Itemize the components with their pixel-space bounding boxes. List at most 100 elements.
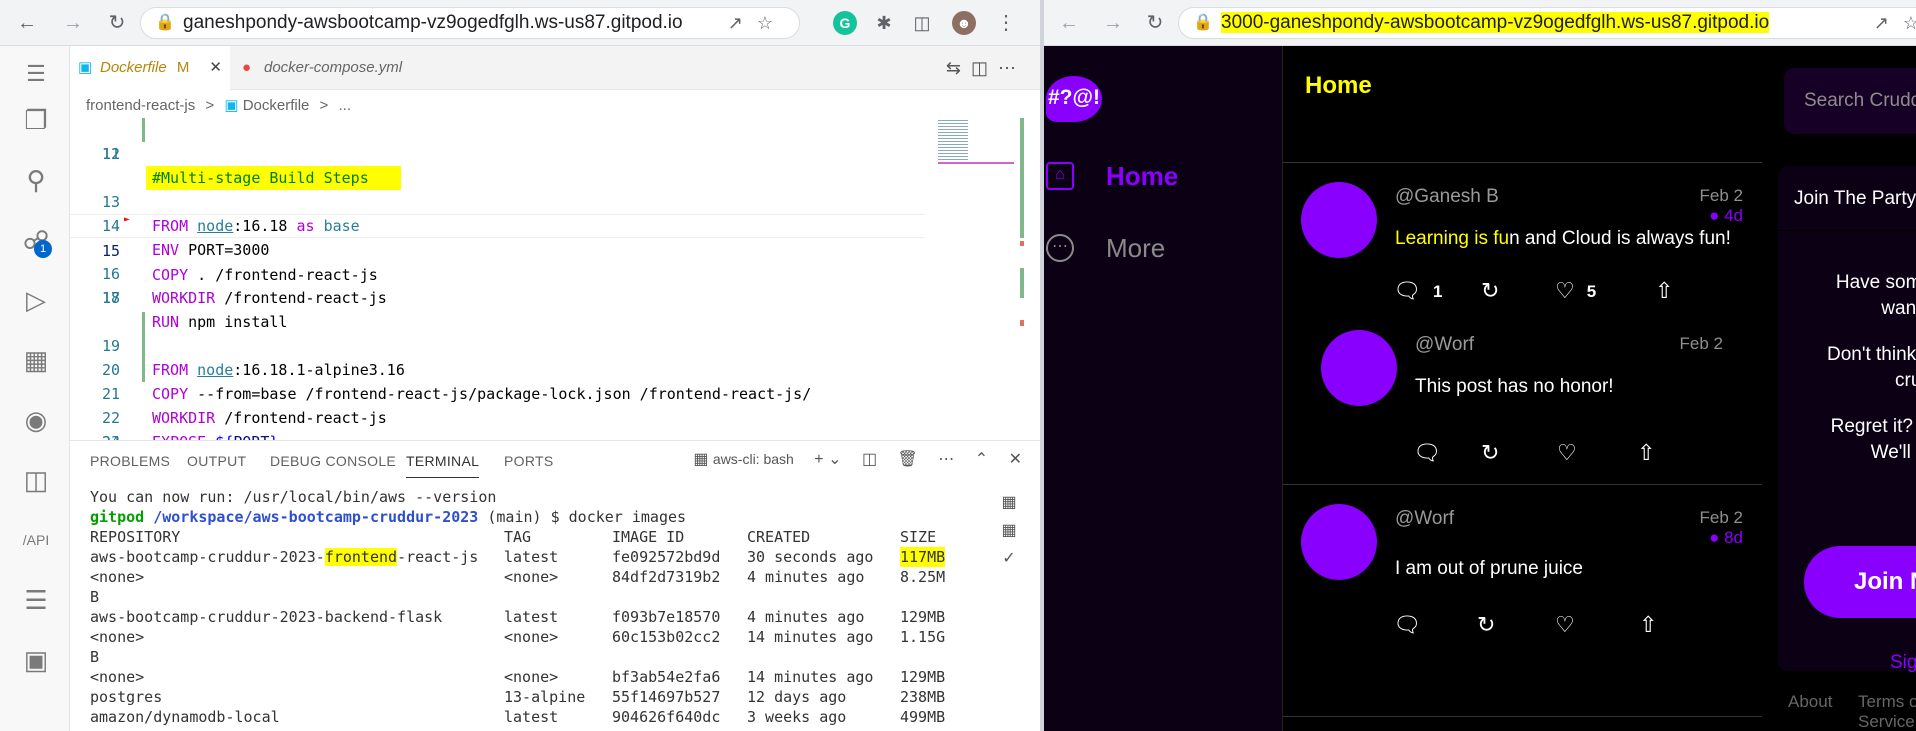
post-handle[interactable]: @Worf	[1415, 334, 1474, 356]
footer-terms-link[interactable]: Terms of	[1858, 692, 1916, 712]
star-icon[interactable]: ☆	[1903, 13, 1916, 33]
grammarly-icon[interactable]: G	[833, 11, 857, 35]
close-icon[interactable]: ✕	[209, 46, 222, 90]
reply-button[interactable]: 🗨	[1413, 440, 1441, 466]
tab-terminal[interactable]: TERMINAL	[406, 453, 480, 478]
cruddur-logo[interactable]: #?@!	[1046, 76, 1102, 122]
forward-icon[interactable]: →	[60, 10, 86, 36]
github-icon[interactable]: ◉	[20, 404, 52, 436]
like-button[interactable]: ♡	[1555, 612, 1575, 638]
compare-icon[interactable]: ⇆	[946, 58, 971, 78]
more-actions-icon[interactable]: ⋯	[998, 58, 1026, 78]
docker-icon[interactable]: ▣	[20, 644, 52, 676]
terminal-selector[interactable]: aws-cli: bash	[713, 451, 794, 467]
header-size: SIZE	[900, 528, 937, 546]
share-button[interactable]: ⇧	[1639, 612, 1657, 638]
like-button[interactable]: ♡	[1557, 440, 1577, 466]
minimap[interactable]	[930, 118, 1020, 178]
search-icon[interactable]: ⚲	[20, 164, 52, 196]
new-terminal-icon[interactable]: + ⌄	[814, 451, 841, 468]
reload-icon[interactable]: ↻	[1142, 10, 1168, 36]
share-button[interactable]: ⇧	[1655, 278, 1673, 304]
share-button[interactable]: ⇧	[1637, 440, 1655, 466]
expiry-value: 4d	[1724, 206, 1743, 225]
breadcrumb-more[interactable]: ...	[338, 97, 351, 114]
header-image-id: IMAGE ID	[612, 528, 685, 546]
repost-icon: ↻	[1481, 278, 1500, 303]
deleted-line-marker: ►	[124, 214, 131, 225]
run-debug-icon[interactable]: ▷	[20, 284, 52, 316]
address-bar[interactable]: 🔒 3000-ganeshpondy-awsbootcamp-vz9ogedfg…	[1178, 7, 1916, 39]
terminal-instance-icon[interactable]: ▦	[998, 517, 1020, 545]
address-bar[interactable]: 🔒 ganeshpondy-awsbootcamp-vz9ogedfglh.ws…	[140, 7, 800, 39]
code-line: 11 #Multi-stage Build Steps	[70, 118, 925, 190]
lock-icon: 🔒	[1193, 14, 1213, 31]
join-title: Join The Party	[1794, 188, 1916, 209]
avatar[interactable]	[1301, 182, 1377, 258]
share-icon[interactable]: ↗	[728, 13, 757, 33]
footer-about-link[interactable]: About	[1788, 692, 1832, 712]
expiry-value: 8d	[1724, 528, 1743, 547]
menu-icon[interactable]: ☰	[20, 58, 52, 90]
heart-icon: ♡	[1555, 612, 1575, 637]
repost-button[interactable]: ↻	[1481, 440, 1499, 466]
breadcrumb-file[interactable]: Dockerfile	[243, 97, 310, 114]
tab-output[interactable]: OUTPUT	[187, 453, 246, 469]
footer-service-link[interactable]: Service	[1858, 712, 1915, 731]
source-control-icon[interactable]: ☍ 1	[20, 224, 52, 258]
avatar[interactable]	[1301, 504, 1377, 580]
repost-button[interactable]: ↻	[1481, 278, 1499, 304]
tab-docker-compose[interactable]: ● docker-compose.yml	[234, 46, 444, 90]
tab-debug-console[interactable]: DEBUG CONSOLE	[270, 453, 396, 469]
terminal-instance-icon[interactable]: ▦	[998, 489, 1020, 517]
join-button[interactable]: Join N	[1804, 546, 1916, 618]
trash-icon[interactable]: 🗑	[898, 451, 918, 468]
close-panel-icon[interactable]: ✕	[1009, 451, 1022, 468]
share-icon[interactable]: ↗	[1874, 13, 1903, 33]
extensions-icon[interactable]: ✱	[872, 11, 896, 35]
scm-badge: 1	[34, 240, 52, 258]
sidepanel-icon[interactable]: ◫	[910, 11, 934, 35]
split-editor-icon[interactable]: ◫	[971, 58, 998, 78]
split-terminal-icon[interactable]: ◫	[862, 451, 877, 468]
star-icon[interactable]: ☆	[757, 13, 787, 33]
terminal-row: postgres 13-alpine 55f14697b527 12 days ago…	[90, 687, 1010, 707]
database-icon[interactable]: ◫	[20, 464, 52, 496]
api-icon[interactable]: /API	[20, 524, 52, 556]
repost-button[interactable]: ↻	[1477, 612, 1495, 638]
back-icon[interactable]: ←	[14, 10, 40, 36]
tab-ports[interactable]: PORTS	[504, 453, 553, 469]
breadcrumb-folder[interactable]: frontend-react-js	[86, 97, 195, 114]
reply-button[interactable]: 🗨 1	[1393, 278, 1442, 304]
activity-item[interactable]: @Ganesh B Feb 2 ● 4d Learning is fun and…	[1283, 162, 1763, 310]
check-icon[interactable]: ✓	[998, 545, 1020, 573]
cell-repository: amazon/dynamodb-local	[90, 708, 280, 726]
address-url: ganeshpondy-awsbootcamp-vz9ogedfglh.ws-u…	[183, 12, 683, 33]
search-input[interactable]: Search Crudd	[1784, 68, 1916, 134]
post-handle[interactable]: @Ganesh B	[1395, 186, 1499, 208]
explorer-icon[interactable]: ❐	[20, 104, 52, 136]
kebab-icon[interactable]: ⋮	[994, 11, 1018, 35]
reply-button[interactable]: 🗨	[1393, 612, 1421, 638]
forward-icon[interactable]: →	[1100, 10, 1126, 36]
cell-image-id: 60c153b02cc2	[612, 628, 721, 646]
sign-in-link[interactable]: Sign	[1890, 652, 1916, 674]
activity-item-reply[interactable]: @Worf Feb 2 This post has no honor! 🗨 ↻ …	[1283, 310, 1763, 484]
reload-icon[interactable]: ↻	[104, 10, 130, 36]
maximize-panel-icon[interactable]: ⌃	[975, 451, 988, 468]
back-icon[interactable]: ←	[1056, 10, 1082, 36]
post-message: I am out of prune juice	[1395, 558, 1583, 579]
like-button[interactable]: ♡ 5	[1555, 278, 1596, 304]
code-editor[interactable]: 11 #Multi-stage Build Steps 12 13 FROM n…	[70, 118, 925, 475]
post-handle[interactable]: @Worf	[1395, 508, 1454, 530]
layers-icon[interactable]: ☰	[20, 584, 52, 616]
tab-problems[interactable]: PROBLEMS	[90, 453, 170, 469]
activity-item[interactable]: @Worf Feb 2 ● 8d I am out of prune juice…	[1283, 484, 1763, 644]
overview-ruler-marker	[1020, 118, 1024, 238]
avatar[interactable]	[1321, 330, 1397, 406]
tab-dockerfile[interactable]: ▣ Dockerfile M ✕	[70, 46, 230, 90]
more-actions-icon[interactable]: ⋯	[938, 451, 954, 468]
join-text: We'll fo	[1870, 442, 1916, 463]
extensions-view-icon[interactable]: ▦	[20, 344, 52, 376]
avatar[interactable]: ☻	[952, 11, 976, 35]
